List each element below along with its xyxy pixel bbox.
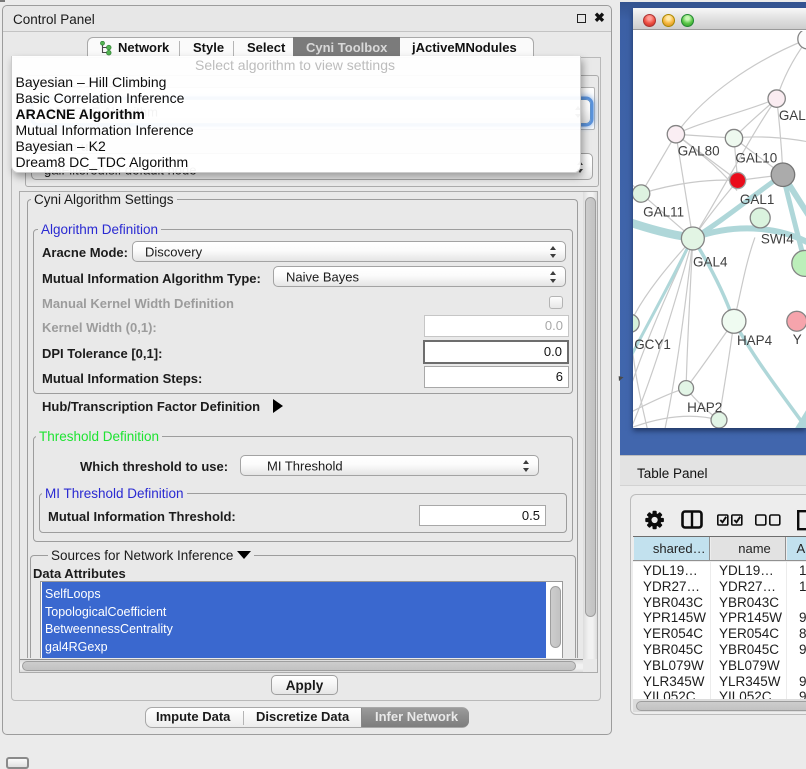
svg-text:Y: Y	[793, 332, 802, 347]
svg-text:GAL: GAL	[779, 108, 806, 123]
svg-text:GAL80: GAL80	[678, 144, 720, 159]
svg-text:HAP2: HAP2	[687, 400, 722, 415]
svg-text:GAL10: GAL10	[735, 151, 777, 166]
svg-text:GAL4: GAL4	[693, 254, 728, 269]
svg-text:SWI4: SWI4	[761, 231, 794, 246]
svg-text:GCY1: GCY1	[634, 337, 671, 352]
svg-text:HAP4: HAP4	[737, 333, 773, 348]
svg-text:GAL11: GAL11	[643, 205, 684, 220]
svg-text:GAL1: GAL1	[740, 192, 774, 207]
